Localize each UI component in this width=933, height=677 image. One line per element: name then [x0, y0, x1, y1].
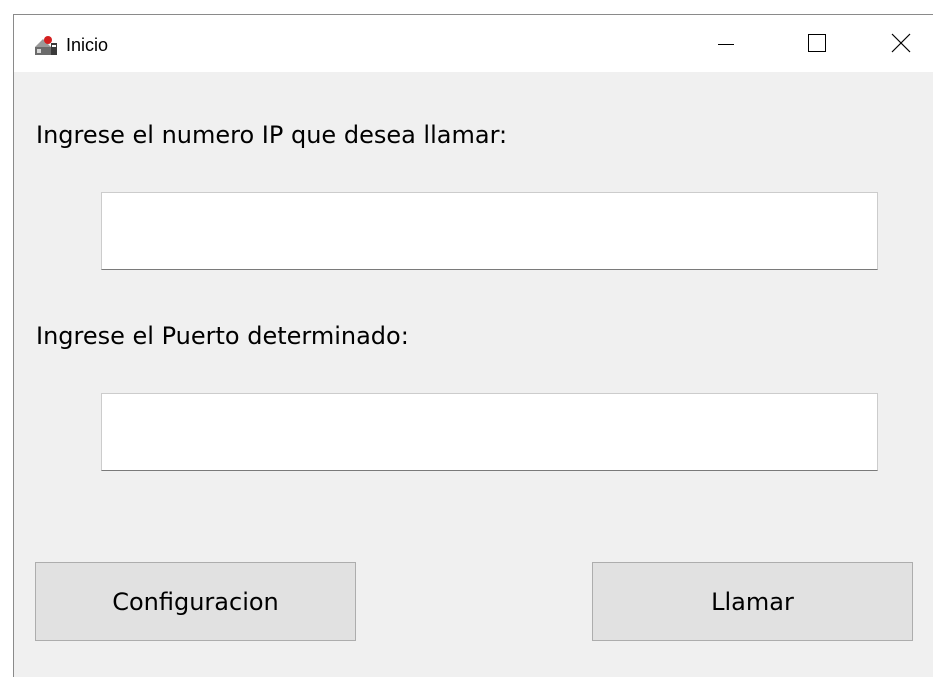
ip-label: Ingrese el numero IP que desea llamar:	[36, 121, 508, 149]
port-label: Ingrese el Puerto determinado:	[36, 322, 409, 350]
maximize-icon	[808, 34, 826, 52]
close-icon	[891, 33, 911, 53]
window-title: Inicio	[66, 35, 109, 55]
ip-input[interactable]	[101, 192, 878, 270]
call-button[interactable]: Llamar	[592, 562, 913, 641]
minimize-button[interactable]	[696, 15, 756, 72]
configuration-button[interactable]: Configuracion	[35, 562, 356, 641]
app-window: Inicio Ingrese el numero IP que desea ll…	[13, 14, 933, 677]
minimize-icon	[718, 44, 734, 45]
maximize-button[interactable]	[786, 15, 846, 72]
java-app-icon	[34, 33, 58, 57]
close-button[interactable]	[872, 15, 932, 72]
title-bar[interactable]: Inicio	[14, 15, 933, 72]
port-input[interactable]	[101, 393, 878, 471]
